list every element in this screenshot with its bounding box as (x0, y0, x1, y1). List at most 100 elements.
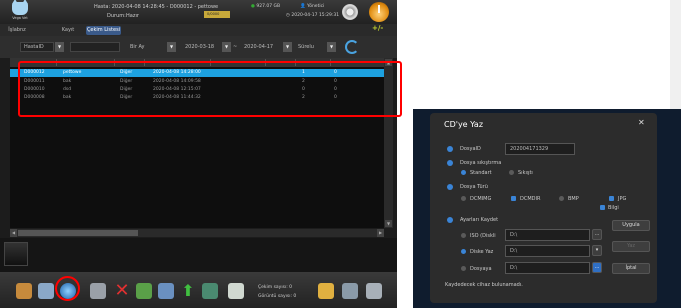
scroll-thumb[interactable] (18, 230, 138, 236)
print-icon[interactable] (90, 283, 106, 299)
bullet-icon (447, 146, 453, 152)
logo: Vega Vet (9, 0, 31, 22)
checkbox-dcmimg[interactable] (461, 196, 466, 201)
top-bar: Vega Vet Hasta: 2020-04-08 14:28:45 - D0… (0, 0, 397, 24)
scroll-right-icon[interactable]: ▶ (377, 229, 384, 237)
iso-path-field[interactable]: D:\ (505, 229, 590, 241)
bullet-icon (447, 184, 453, 190)
patient-info: Hasta: 2020-04-08 14:28:45 - D000012 - p… (94, 4, 219, 10)
tools-icon[interactable] (366, 283, 382, 299)
iso-label: ISO (Diskli (470, 233, 496, 239)
write-button[interactable]: Yaz (612, 241, 650, 252)
chevron-down-icon[interactable]: ▼ (167, 42, 176, 52)
browse-button[interactable]: ... (592, 229, 602, 240)
goruntu-count: Görüntü sayısı: 0 (258, 294, 297, 299)
chevron-down-icon[interactable]: ▼ (283, 42, 292, 52)
status-value: Hazır (126, 13, 139, 19)
status-label: Durum: (107, 13, 126, 19)
export-icon[interactable] (136, 283, 152, 299)
xray-thumbnail[interactable] (4, 242, 28, 266)
extra-select[interactable]: Sürelu (298, 44, 314, 50)
user-value: Yönetici (307, 4, 325, 9)
dialog-title: CD'ye Yaz (444, 120, 484, 129)
disk-value: 927.07 GB (256, 4, 281, 9)
checkbox-dcmdir[interactable] (511, 196, 516, 201)
sync-icon[interactable] (38, 283, 54, 299)
ayarlari-label: Ayarları Kaydet (460, 217, 499, 223)
apply-button[interactable]: Uygula (612, 220, 650, 231)
tab-cekim-listesi[interactable]: Çekim Listesi (86, 26, 121, 35)
field-select[interactable]: HastaID (20, 42, 54, 52)
disk-icon: ● (251, 4, 255, 9)
date-to[interactable]: 2020-04-17 (244, 44, 273, 50)
highlight-box (18, 61, 402, 117)
report-icon[interactable] (228, 283, 244, 299)
cekim-count: Çekim sayısı: 0 (258, 285, 293, 290)
dosya-id-field[interactable]: 202004171329 (505, 143, 575, 155)
upload-icon[interactable]: ⬆ (180, 283, 196, 299)
radio-iso[interactable] (461, 233, 466, 238)
gear-icon[interactable] (342, 4, 358, 20)
bullet-icon (447, 217, 453, 223)
radio-diske[interactable] (461, 249, 466, 254)
delete-icon[interactable]: ✕ (114, 282, 130, 300)
refresh-icon[interactable] (345, 40, 359, 54)
chevron-down-icon[interactable]: ▾ (592, 245, 602, 256)
filter-bar: HastaID ▼ Bir Ay ▼ 2020-03-18 ▼ ~ 2020-0… (0, 36, 397, 58)
horizontal-scrollbar[interactable]: ◀ ▶ (10, 229, 384, 237)
status-message: Kaydedecek cihaz bulunamadı. (445, 282, 523, 288)
diske-label: Diske Yaz (470, 249, 494, 255)
highlight-circle (55, 276, 80, 301)
user-name: 👤 Yönetici (300, 4, 325, 9)
sikistirma-label: Dosya sıkıştırma (460, 160, 502, 166)
radio-dosyaya[interactable] (461, 266, 466, 271)
scroll-left-icon[interactable]: ◀ (10, 229, 17, 237)
radio-standart[interactable] (461, 170, 466, 175)
dosya-id-label: DosyaID (460, 146, 481, 152)
search-input[interactable] (70, 42, 120, 52)
dosyaya-label: Dosyaya (470, 266, 492, 272)
cat-logo-icon (12, 0, 28, 15)
tab-islem[interactable]: İşlabnz (6, 26, 28, 35)
tab-bar: İşlabnz Kayıt Çekim Listesi (0, 24, 397, 36)
chevron-down-icon[interactable]: ▼ (55, 42, 64, 52)
dcmdir-label: DCMDIR (520, 196, 541, 202)
checkbox-bmp[interactable] (559, 196, 564, 201)
radio-sikisti[interactable] (509, 170, 514, 175)
logo-text: Vega Vet (12, 16, 28, 20)
dcmimg-label: DCMIMG (470, 196, 492, 202)
turu-label: Dosya Türü (460, 184, 488, 190)
dosyaya-path-field[interactable]: D:\ (505, 262, 590, 274)
vet-user-icon[interactable] (16, 283, 32, 299)
bmp-label: BMP (568, 196, 579, 202)
folder-icon[interactable] (318, 283, 334, 299)
cancel-button[interactable]: İptal (612, 263, 650, 274)
main-window: Vega Vet Hasta: 2020-04-08 14:28:45 - D0… (0, 0, 397, 308)
status-badge: 0/0000 (204, 11, 230, 18)
cd-write-dialog: CD'ye Yaz ✕ DosyaID 202004171329 Dosya s… (430, 113, 657, 303)
checkbox-jpg[interactable] (609, 196, 614, 201)
close-icon[interactable]: ✕ (638, 118, 645, 127)
plus-minus-icon[interactable]: +/- (372, 24, 383, 32)
bullet-icon (447, 160, 453, 166)
date-from[interactable]: 2020-03-18 (185, 44, 214, 50)
thumbnail-panel (0, 238, 397, 272)
bilgi-label: Bilgi (608, 205, 619, 211)
document-icon[interactable] (158, 283, 174, 299)
jpg-label: JPG (618, 196, 627, 202)
date-separator: ~ (233, 44, 238, 50)
checkbox-bilgi[interactable] (600, 205, 605, 210)
clock: ◷ 2020-04-17 15:29:31 (286, 13, 340, 18)
chevron-down-icon[interactable]: ▼ (222, 42, 231, 52)
diske-path-field[interactable]: D:\ (505, 245, 590, 257)
tab-kayit[interactable]: Kayıt (58, 26, 78, 35)
scroll-down-icon[interactable]: ▼ (385, 220, 392, 227)
browse-button[interactable]: ... (592, 262, 602, 273)
period-select[interactable]: Bir Ay (130, 44, 145, 50)
counts: Çekim sayısı: 0 Görüntü sayısı: 0 (258, 283, 296, 301)
send-icon[interactable] (202, 283, 218, 299)
power-icon[interactable] (369, 2, 389, 22)
settings-tool-icon[interactable] (342, 283, 358, 299)
chevron-down-icon[interactable]: ▼ (327, 42, 336, 52)
sikisti-label: Sıkıştı (518, 170, 533, 176)
